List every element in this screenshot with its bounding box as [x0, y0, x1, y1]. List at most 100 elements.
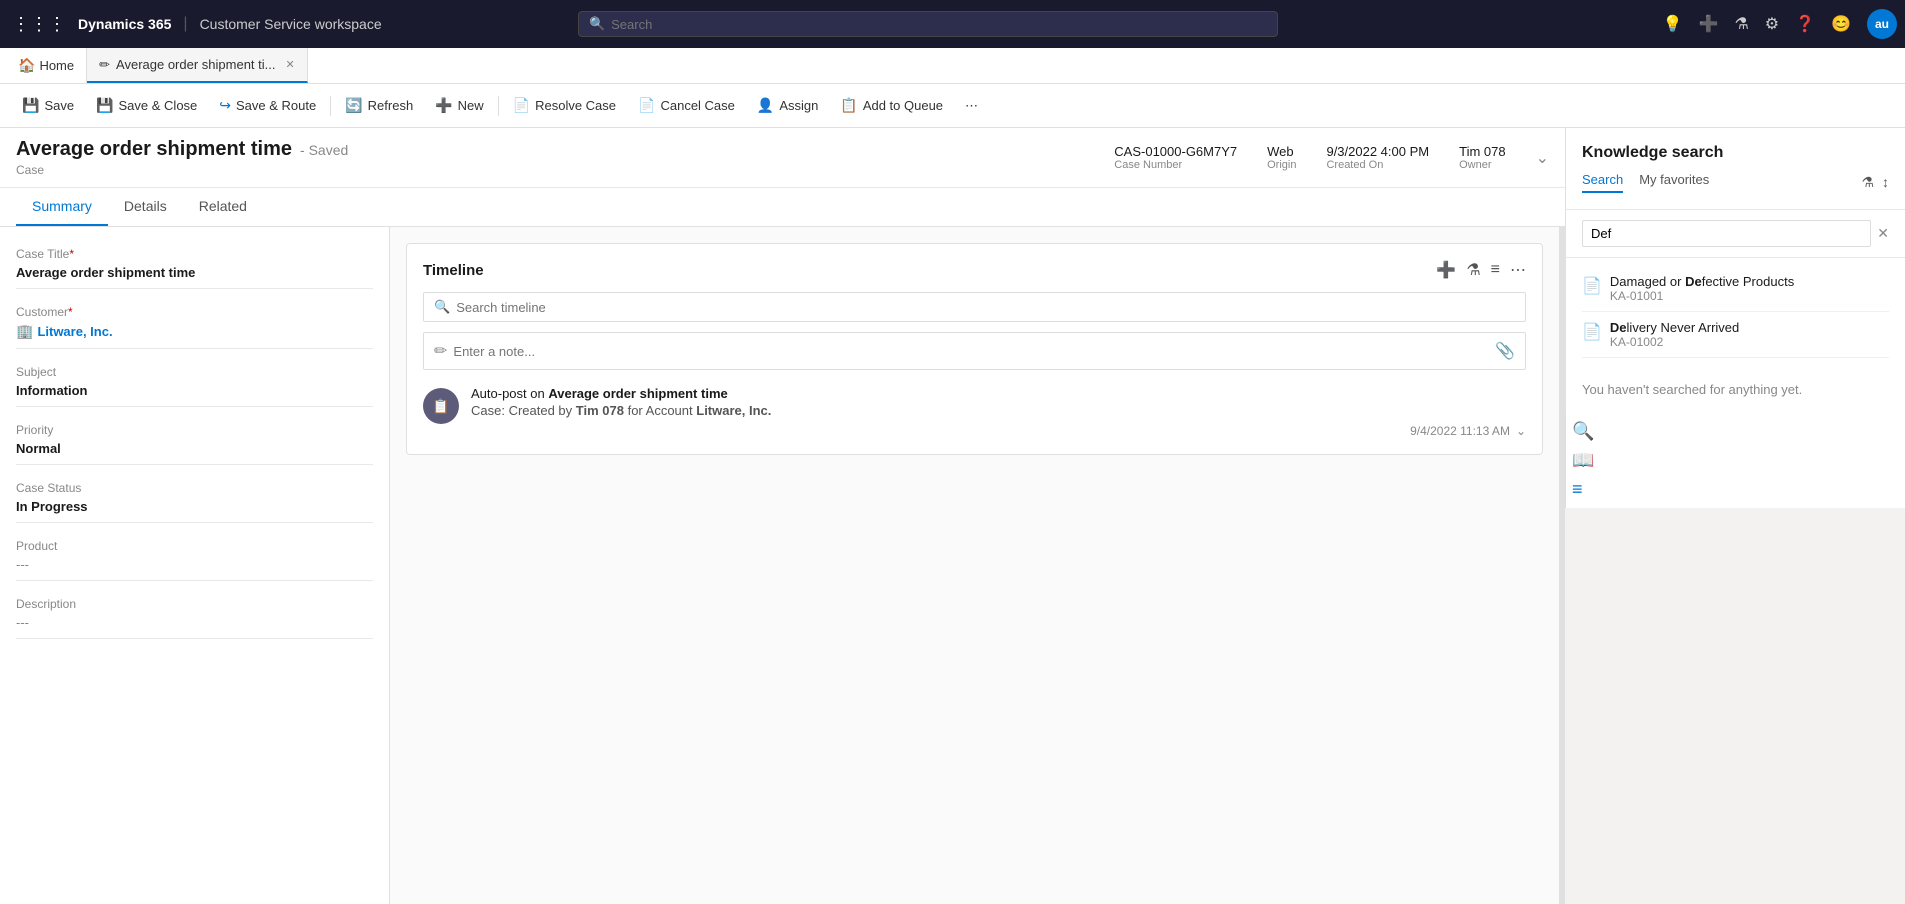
save-route-button[interactable]: ↪ Save & Route	[209, 91, 326, 120]
saved-badge: - Saved	[300, 142, 348, 158]
tab-summary[interactable]: Summary	[16, 188, 108, 226]
save-icon: 💾	[22, 97, 39, 114]
description-field: Description ---	[16, 597, 373, 639]
doc-icon-1: 📄	[1582, 276, 1602, 296]
active-tab-label: Average order shipment ti...	[116, 57, 275, 72]
cancel-case-button[interactable]: 📄 Cancel Case	[628, 91, 745, 120]
knowledge-tab-favorites[interactable]: My favorites	[1639, 172, 1709, 193]
settings-icon[interactable]: ⚙	[1765, 14, 1779, 34]
entry-account: Litware, Inc.	[696, 403, 771, 418]
customer-field-value[interactable]: 🏢 Litware, Inc.	[16, 323, 373, 349]
subject-field: Subject Information	[16, 365, 373, 407]
owner-label: Owner	[1459, 159, 1491, 171]
list-icon[interactable]: ≡	[1572, 479, 1899, 500]
case-title-field-value[interactable]: Average order shipment time	[16, 265, 373, 289]
result-title-1: Damaged or Defective Products	[1610, 274, 1794, 289]
priority-field-value[interactable]: Normal	[16, 441, 373, 465]
refresh-icon: 🔄	[345, 97, 362, 114]
case-meta: CAS-01000-G6M7Y7 Case Number Web Origin …	[1114, 144, 1549, 171]
resolve-label: Resolve Case	[535, 98, 616, 113]
knowledge-search-row[interactable]: ✕	[1566, 210, 1905, 258]
case-number-meta: CAS-01000-G6M7Y7 Case Number	[1114, 144, 1237, 171]
active-case-tab[interactable]: ✏ Average order shipment ti... ✕	[87, 48, 308, 83]
knowledge-empty-message: You haven't searched for anything yet.	[1566, 366, 1905, 413]
knowledge-search-clear[interactable]: ✕	[1877, 225, 1889, 242]
user-icon[interactable]: 😊	[1831, 14, 1851, 34]
assign-button[interactable]: 👤 Assign	[747, 91, 828, 120]
timeline-note-box[interactable]: ✏ 📎	[423, 332, 1526, 370]
product-value[interactable]: ---	[16, 557, 373, 581]
origin-label: Origin	[1267, 159, 1296, 171]
knowledge-filter-icon[interactable]: ⚗	[1861, 174, 1874, 191]
case-number-value: CAS-01000-G6M7Y7	[1114, 144, 1237, 159]
result-id-2: KA-01002	[1610, 335, 1739, 349]
timeline-panel: Timeline ➕ ⚗ ≡ ⋯ 🔍 ✏	[390, 227, 1559, 904]
timeline-filter-icon[interactable]: ⚗	[1466, 260, 1480, 280]
global-search-bar[interactable]: 🔍	[578, 11, 1278, 37]
waffle-icon[interactable]: ⋮⋮⋮	[8, 10, 70, 39]
knowledge-tab-icons: ⚗ ↕	[1861, 174, 1889, 191]
entry-avatar-icon: 📋	[432, 398, 449, 415]
timeline-search-input[interactable]	[456, 300, 1515, 315]
knowledge-result-1[interactable]: 📄 Damaged or Defective Products KA-01001	[1582, 266, 1889, 312]
knowledge-base-icon[interactable]: 🔍	[1572, 421, 1899, 442]
resolve-case-button[interactable]: 📄 Resolve Case	[503, 91, 626, 120]
timeline-actions: ➕ ⚗ ≡ ⋯	[1436, 260, 1526, 280]
knowledge-result-2[interactable]: 📄 Delivery Never Arrived KA-01002	[1582, 312, 1889, 358]
filter-icon[interactable]: ⚗	[1734, 14, 1748, 34]
priority-field-label: Priority	[16, 423, 373, 437]
entry-meta: 9/4/2022 11:13 AM ⌄	[471, 424, 1526, 438]
more-options-button[interactable]: ⋯	[955, 92, 988, 120]
doc-icon-2: 📄	[1582, 322, 1602, 342]
timeline-more-icon[interactable]: ⋯	[1510, 260, 1526, 280]
expand-icon[interactable]: ⌄	[1516, 424, 1526, 438]
case-status-value[interactable]: In Progress	[16, 499, 373, 523]
timeline-view-icon[interactable]: ≡	[1491, 261, 1500, 279]
description-value[interactable]: ---	[16, 615, 373, 639]
save-close-button[interactable]: 💾 Save & Close	[86, 91, 207, 120]
entry-avatar: 📋	[423, 388, 459, 424]
cmd-separator-2	[498, 96, 499, 116]
add-icon[interactable]: ➕	[1699, 14, 1719, 34]
timeline-add-icon[interactable]: ➕	[1436, 260, 1456, 280]
home-tab-label: Home	[39, 58, 74, 73]
global-search-input[interactable]	[611, 17, 1267, 32]
case-title-field: Case Title* Average order shipment time	[16, 247, 373, 289]
subject-field-label: Subject	[16, 365, 373, 379]
timeline-search-box[interactable]: 🔍	[423, 292, 1526, 322]
main-layout: Average order shipment time - Saved Case…	[0, 128, 1905, 904]
tab-related[interactable]: Related	[183, 188, 263, 226]
nav-icons: 💡 ➕ ⚗ ⚙ ❓ 😊 au	[1663, 9, 1897, 39]
tab-details[interactable]: Details	[108, 188, 183, 226]
help-icon[interactable]: ❓	[1795, 14, 1815, 34]
case-title: Average order shipment time	[16, 138, 292, 161]
avatar[interactable]: au	[1867, 9, 1897, 39]
queue-label: Add to Queue	[863, 98, 943, 113]
refresh-button[interactable]: 🔄 Refresh	[335, 91, 423, 120]
home-icon: 🏠	[18, 57, 35, 74]
add-to-queue-button[interactable]: 📋 Add to Queue	[830, 91, 953, 120]
close-tab-icon[interactable]: ✕	[285, 58, 294, 71]
entry-author: Tim 078	[576, 403, 624, 418]
subject-field-value[interactable]: Information	[16, 383, 373, 407]
title-row: Average order shipment time - Saved	[16, 138, 1094, 161]
lightbulb-icon[interactable]: 💡	[1663, 14, 1683, 34]
attachment-icon[interactable]: 📎	[1495, 341, 1515, 361]
entry-subtitle: Case: Created by Tim 078 for Account Lit…	[471, 403, 1526, 418]
home-tab[interactable]: 🏠 Home	[6, 48, 87, 83]
timeline-note-input[interactable]	[453, 344, 1489, 359]
book-open-icon[interactable]: 📖	[1572, 450, 1899, 471]
new-button[interactable]: ➕ New	[425, 91, 493, 120]
result-text-2: Delivery Never Arrived KA-01002	[1610, 320, 1739, 349]
save-button[interactable]: 💾 Save	[12, 91, 84, 120]
case-title-field-label: Case Title*	[16, 247, 373, 261]
knowledge-results: 📄 Damaged or Defective Products KA-01001…	[1566, 258, 1905, 366]
case-number-label: Case Number	[1114, 159, 1182, 171]
refresh-label: Refresh	[368, 98, 414, 113]
header-chevron-icon[interactable]: ⌄	[1536, 148, 1549, 168]
knowledge-search-input[interactable]	[1582, 220, 1871, 247]
knowledge-sort-icon[interactable]: ↕	[1882, 174, 1889, 191]
knowledge-tab-search[interactable]: Search	[1582, 172, 1623, 193]
timeline-header: Timeline ➕ ⚗ ≡ ⋯	[423, 260, 1526, 280]
description-label: Description	[16, 597, 373, 611]
